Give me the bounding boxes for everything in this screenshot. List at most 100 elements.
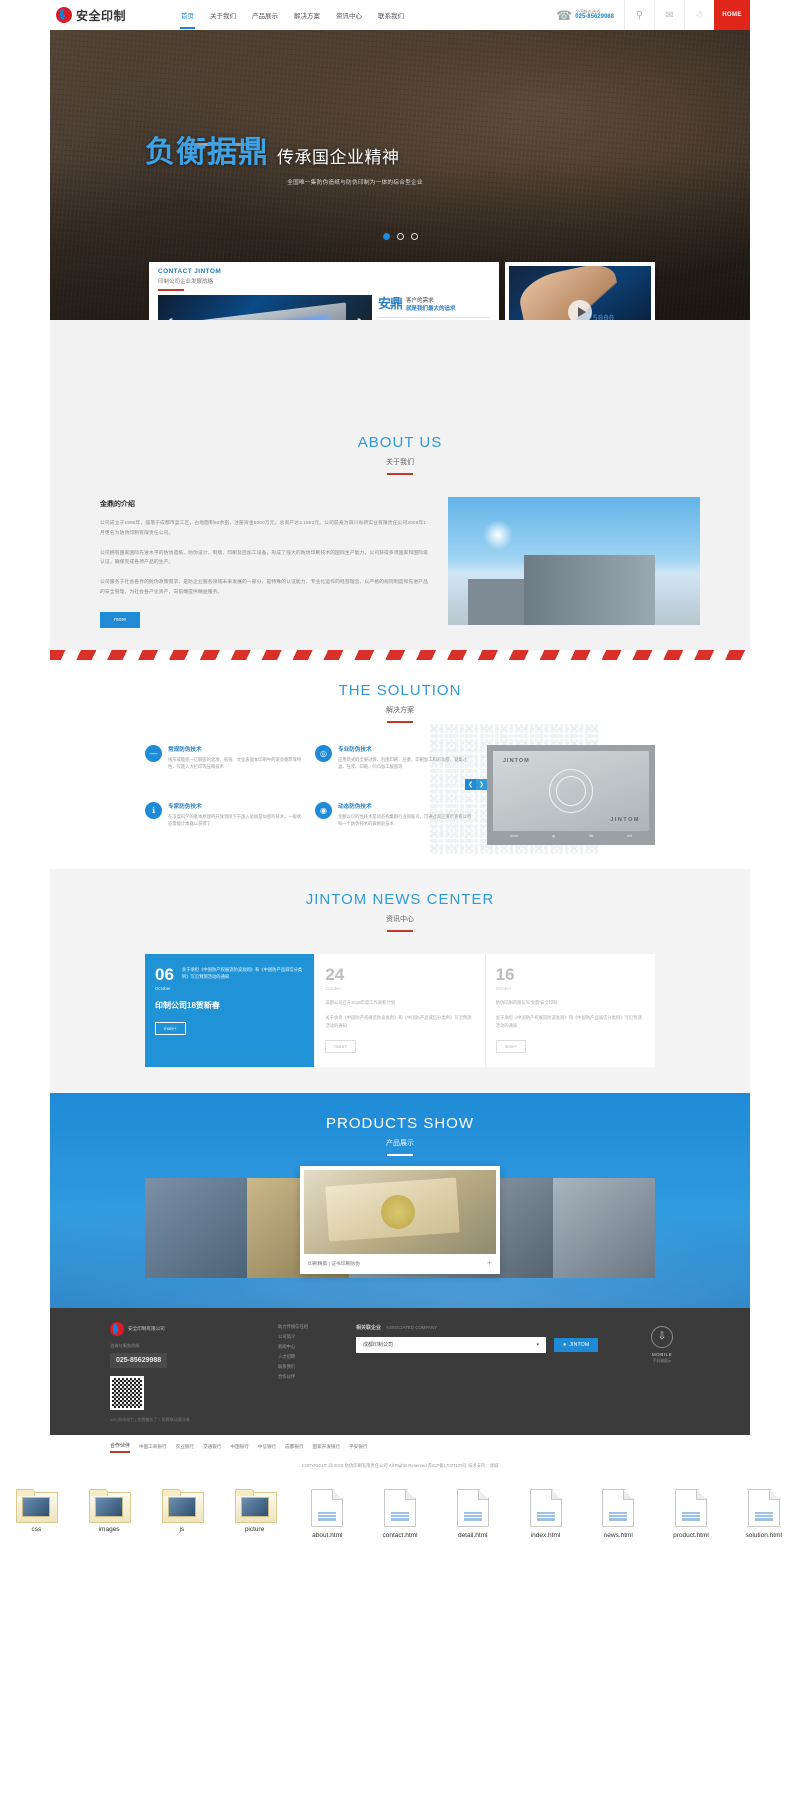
solution-item-title: 专业防伪技术 bbox=[338, 746, 372, 753]
product-thumb[interactable] bbox=[145, 1177, 247, 1278]
nav-item-contact[interactable]: 联系我们 bbox=[377, 2, 405, 29]
file-item-detail[interactable]: detail.html bbox=[436, 1488, 509, 1539]
play-icon[interactable] bbox=[568, 300, 592, 320]
main-nav: 首页 关于我们 产品展示 解决方案 资讯中心 联系我们 bbox=[180, 2, 405, 29]
hero-dot-1[interactable] bbox=[382, 233, 390, 240]
about-more-button[interactable]: more bbox=[100, 611, 141, 628]
news-more-button[interactable]: more+ bbox=[495, 1039, 527, 1053]
partner-item[interactable]: 成都银行 bbox=[285, 1444, 303, 1450]
hero-dots bbox=[50, 233, 750, 240]
footer-link-2[interactable]: 新闻中心 bbox=[278, 1344, 338, 1350]
about-text-col: 金鼎的介绍 公司成立于1996年，座落于成都市蓝工区，占地面积50余亩，注册资金… bbox=[100, 497, 430, 628]
nav-item-products[interactable]: 产品展示 bbox=[251, 2, 279, 29]
solution-item-regular[interactable]: — 常规防伪技术 线形或能纸一亿额密的混凑、纸张、文化表面本印刷中的滚烫墨影等特… bbox=[145, 744, 303, 788]
news-month: October bbox=[495, 985, 512, 991]
footer-link-4[interactable]: 联系我们 bbox=[278, 1364, 338, 1370]
html-file-icon bbox=[529, 1488, 562, 1527]
partner-item[interactable]: 农业银行 bbox=[176, 1444, 194, 1450]
file-item-product[interactable]: product.html bbox=[655, 1488, 728, 1539]
file-label: product.html bbox=[673, 1531, 709, 1539]
mobile-download-icon[interactable]: ⇩ bbox=[651, 1325, 673, 1348]
target-icon: ◎ bbox=[315, 744, 332, 762]
partner-item[interactable]: 中国工商银行 bbox=[139, 1444, 167, 1450]
assoc-en: ASSOCIATED COMPANY bbox=[386, 1324, 438, 1330]
partner-item[interactable]: 中信银行 bbox=[258, 1444, 276, 1450]
news-card[interactable]: 24 October 成都公司召开2018年度工作表彰计划 关于承担《中国防产权… bbox=[315, 953, 486, 1067]
solution-item-professional[interactable]: ◎ 专业防伪技术 应用新式的全要过渡、包围印刷、压墨、印刷加工和彩妆膜、凝集过滤… bbox=[315, 744, 473, 788]
footer-tel-label: 咨询与服务热线 bbox=[110, 1342, 140, 1348]
partner-item[interactable]: 中国银行 bbox=[230, 1444, 248, 1450]
news-card-featured[interactable]: 06 October 关于承担《中国防产权展流防波准则》和《中国防产品诚信分类例… bbox=[145, 953, 316, 1067]
slider-next-icon[interactable]: ❯ bbox=[355, 318, 366, 321]
site-header: 安全印制 首页 关于我们 产品展示 解决方案 资讯中心 联系我们 ☎ 全国数产热… bbox=[50, 0, 750, 30]
file-item-css[interactable]: css bbox=[0, 1488, 73, 1539]
nav-item-solution[interactable]: 解决方案 bbox=[293, 2, 321, 29]
footer-link-0[interactable]: 助力传统信任相 bbox=[278, 1324, 338, 1330]
product-main-card[interactable]: 印刷精美 | 证书印刷防伪 + bbox=[300, 1165, 500, 1274]
footer-link-3[interactable]: 人才招聘 bbox=[278, 1354, 338, 1360]
footer-link-5[interactable]: 合作伙伴 bbox=[278, 1374, 338, 1380]
nav-item-news[interactable]: 资讯中心 bbox=[335, 2, 363, 29]
file-item-images[interactable]: images bbox=[73, 1488, 146, 1539]
partners-row: 合作伙伴 中国工商银行 农业银行 交通银行 中国银行 中信银行 成都银行 国家开… bbox=[50, 1442, 750, 1453]
news-card[interactable]: 16 October 防伪印刷的朋友军'金鼎'安全印制 关于承担《中国防产权展流… bbox=[485, 953, 655, 1067]
dock-label-list[interactable]: list bbox=[589, 834, 593, 838]
footer-tel: 025-85629988 bbox=[116, 1356, 162, 1364]
about-en-title: ABOUT US bbox=[357, 434, 443, 451]
dock-label-qr[interactable]: qr bbox=[552, 834, 555, 838]
product-caption: 印刷精美 | 证书印刷防伪 bbox=[308, 1261, 360, 1267]
mail-icon[interactable]: ✉ bbox=[654, 0, 684, 30]
search-icon[interactable]: ⚲ bbox=[624, 0, 654, 30]
solution-item-dynamic[interactable]: ◉ 动态防伪技术 金额以识的性技术是动态构集群行业的联号，可通过其应演示查看以用… bbox=[315, 801, 473, 845]
user-icon[interactable]: ☃ bbox=[684, 0, 714, 30]
news-more-button[interactable]: more+ bbox=[325, 1039, 356, 1053]
file-item-contact[interactable]: contact.html bbox=[364, 1488, 437, 1539]
footer-note: 400-热线电力 | 免费服务了 7 防属联动通业者 bbox=[110, 1416, 190, 1422]
solution-item-title: 常规防伪技术 bbox=[168, 746, 202, 753]
html-file-icon bbox=[311, 1488, 344, 1527]
news-more-button[interactable]: more+ bbox=[155, 1021, 186, 1035]
file-label: about.html bbox=[312, 1531, 343, 1539]
solution-item-desc: 应用新式的全要过渡、包围印刷、压墨、印刷加工和彩妆膜、凝集过滤、压浆、印刷、凹凸… bbox=[338, 756, 467, 770]
file-item-index[interactable]: index.html bbox=[509, 1488, 582, 1539]
dock-label-more[interactable]: more bbox=[510, 834, 518, 838]
jintom-button[interactable]: ● JINTOM bbox=[554, 1337, 599, 1352]
file-item-js[interactable]: js bbox=[145, 1488, 218, 1539]
news-desc: 防伪印刷的朋友军'金鼎'安全印制 bbox=[495, 999, 558, 1005]
contact-slider[interactable]: ❮ ❯ bbox=[158, 295, 372, 320]
partner-item[interactable]: 平安银行 bbox=[349, 1444, 367, 1450]
footer-tel-box: 025-85629988 bbox=[110, 1352, 168, 1368]
hero-dot-3[interactable] bbox=[410, 233, 418, 240]
product-thumb[interactable] bbox=[553, 1177, 655, 1278]
file-label: detail.html bbox=[457, 1531, 488, 1539]
file-item-news[interactable]: news.html bbox=[582, 1488, 655, 1539]
file-item-solution[interactable]: solution.html bbox=[727, 1488, 800, 1539]
html-file-icon bbox=[602, 1488, 635, 1527]
file-item-picture[interactable]: picture bbox=[218, 1488, 291, 1539]
assoc-company-select[interactable]: 成都印制公司 ▾ bbox=[356, 1336, 546, 1353]
solution-item-expert[interactable]: ℹ 专家防伪技术 在浓度科学的基本原理的开放消除下于面入验值是加密的技术，一般状… bbox=[145, 801, 303, 845]
news-title: 印制公司18贺新春 bbox=[155, 1000, 220, 1010]
file-label: js bbox=[179, 1525, 185, 1533]
news-day: 24 bbox=[325, 964, 345, 984]
partner-item[interactable]: 交通银行 bbox=[203, 1444, 221, 1450]
device-next-icon[interactable]: ❯ bbox=[476, 778, 487, 790]
site-logo[interactable]: 安全印制 bbox=[50, 7, 170, 24]
news-month: October bbox=[155, 985, 171, 991]
slider-prev-icon[interactable]: ❮ bbox=[164, 318, 175, 321]
partner-item[interactable]: 国家开发银行 bbox=[313, 1444, 341, 1450]
dock-label-set[interactable]: set bbox=[627, 834, 632, 838]
file-item-about[interactable]: about.html bbox=[291, 1488, 364, 1539]
about-image-sun bbox=[483, 520, 514, 551]
nav-item-about[interactable]: 关于我们 bbox=[209, 2, 237, 29]
footer-link-1[interactable]: 公司简介 bbox=[278, 1334, 338, 1340]
device-prev-icon[interactable]: ❮ bbox=[465, 778, 476, 790]
nav-item-home[interactable]: 首页 bbox=[180, 2, 195, 29]
footer-company-name: 安全印制有限公司 bbox=[128, 1325, 165, 1331]
hero-dot-2[interactable] bbox=[396, 233, 404, 240]
footer-logo[interactable]: 安全印制有限公司 bbox=[110, 1321, 260, 1336]
home-button[interactable]: HOME bbox=[714, 0, 750, 30]
video-thumbnail[interactable]: 25000 25000 bbox=[509, 266, 651, 320]
news-accent-line bbox=[387, 929, 413, 932]
plus-icon[interactable]: + bbox=[487, 1258, 492, 1268]
